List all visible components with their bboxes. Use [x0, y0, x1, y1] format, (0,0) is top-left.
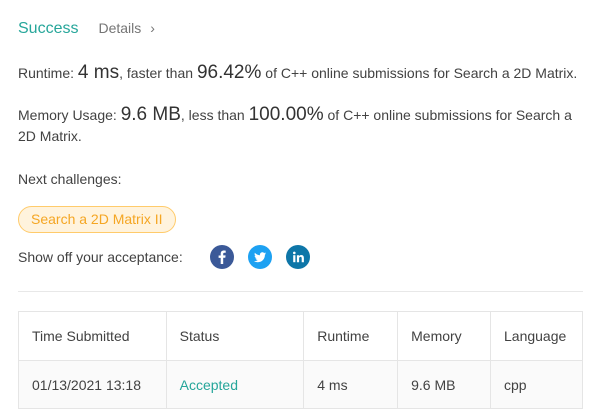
next-challenges-label: Next challenges: — [18, 171, 122, 187]
memory-prefix: Memory Usage: — [18, 107, 121, 123]
column-header-runtime: Runtime — [303, 311, 399, 361]
details-label: Details — [98, 20, 142, 36]
share-label: Show off your acceptance: — [18, 249, 183, 265]
result-header: Success Details › — [18, 20, 155, 40]
column-header-memory: Memory — [397, 311, 491, 361]
twitter-icon[interactable] — [248, 245, 272, 269]
column-header-time: Time Submitted — [18, 311, 167, 361]
table-header-row: Time Submitted Status Runtime Memory Lan… — [18, 311, 583, 361]
cell-memory: 9.6 MB — [397, 360, 491, 409]
memory-mid: , less than — [180, 107, 249, 123]
cell-time-submitted: 01/13/2021 13:18 — [18, 360, 167, 409]
runtime-value: 4 ms — [77, 62, 120, 83]
cell-status: Accepted — [165, 360, 305, 409]
runtime-suffix: of C++ online submissions for Search a 2… — [261, 65, 578, 81]
cell-language: cpp — [490, 360, 583, 409]
memory-value: 9.6 MB — [120, 104, 181, 125]
linkedin-icon[interactable] — [286, 245, 310, 269]
status-accepted-link[interactable]: Accepted — [180, 377, 238, 393]
runtime-prefix: Runtime: — [18, 65, 78, 81]
cell-runtime: 4 ms — [303, 360, 399, 409]
status-title: Success — [18, 20, 79, 37]
details-link[interactable]: Details › — [98, 20, 154, 36]
chevron-right-icon: › — [150, 20, 155, 36]
facebook-icon[interactable] — [210, 245, 234, 269]
memory-summary: Memory Usage: 9.6 MB, less than 100.00% … — [18, 104, 588, 147]
runtime-mid: , faster than — [119, 65, 197, 81]
runtime-summary: Runtime: 4 ms, faster than 96.42% of C++… — [18, 62, 588, 84]
next-challenge-chip[interactable]: Search a 2D Matrix II — [18, 206, 176, 233]
column-header-language: Language — [490, 311, 583, 361]
table-row: 01/13/2021 13:18 Accepted 4 ms 9.6 MB cp… — [18, 360, 583, 409]
memory-percent: 100.00% — [248, 104, 324, 125]
submissions-table: Time Submitted Status Runtime Memory Lan… — [18, 311, 583, 409]
submission-result-panel: Success Details › Runtime: 4 ms, faster … — [0, 0, 606, 409]
column-header-status: Status — [165, 311, 305, 361]
section-divider — [18, 291, 583, 292]
runtime-percent: 96.42% — [196, 62, 262, 83]
